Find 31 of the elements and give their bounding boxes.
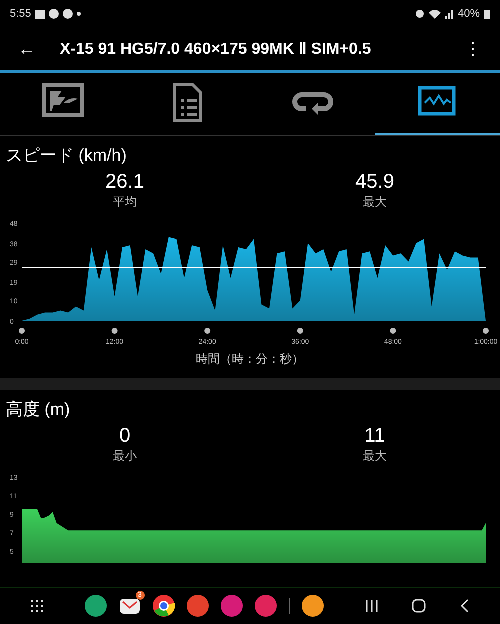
browser-icon[interactable] [152, 595, 174, 617]
wifi-icon [428, 9, 441, 19]
stat-label: 最大 [362, 448, 388, 465]
section-title: スピード (km/h) [5, 145, 128, 167]
ride-title: X-15 91 HG5/7.0 460×175 99MK Ⅱ SIM+0.5 [60, 40, 372, 59]
tick-dot [112, 328, 118, 334]
stat-label: 平均 [112, 194, 138, 211]
stat-value: 11 [364, 425, 386, 448]
stat-label: 最大 [362, 194, 388, 211]
home-icon[interactable] [412, 599, 426, 613]
dot-icon [77, 12, 82, 16]
apps-icon[interactable] [30, 600, 42, 612]
axis-title: 時間（時：分：秒） [195, 351, 305, 368]
tick-dot [297, 328, 304, 334]
stat-value: 26.1 [104, 171, 146, 194]
clock: 5:55 [10, 8, 32, 20]
tick-dot [204, 328, 211, 334]
back-button[interactable]: ← [12, 38, 42, 60]
section-title: 高度 (m) [5, 399, 72, 421]
stat-value: 45.9 [354, 171, 396, 194]
tick-dot [483, 328, 489, 334]
tick-dot [390, 328, 396, 334]
stat-label: 最小 [112, 448, 138, 465]
recents-icon[interactable] [366, 600, 378, 612]
battery-level: 40% [458, 8, 480, 20]
menu-button[interactable]: ⋮ [458, 38, 488, 60]
back-icon[interactable] [460, 599, 470, 613]
tick-dot [19, 328, 25, 334]
battery-icon [484, 9, 490, 19]
stat-value: 0 [118, 425, 132, 448]
signal-icon [444, 10, 454, 18]
